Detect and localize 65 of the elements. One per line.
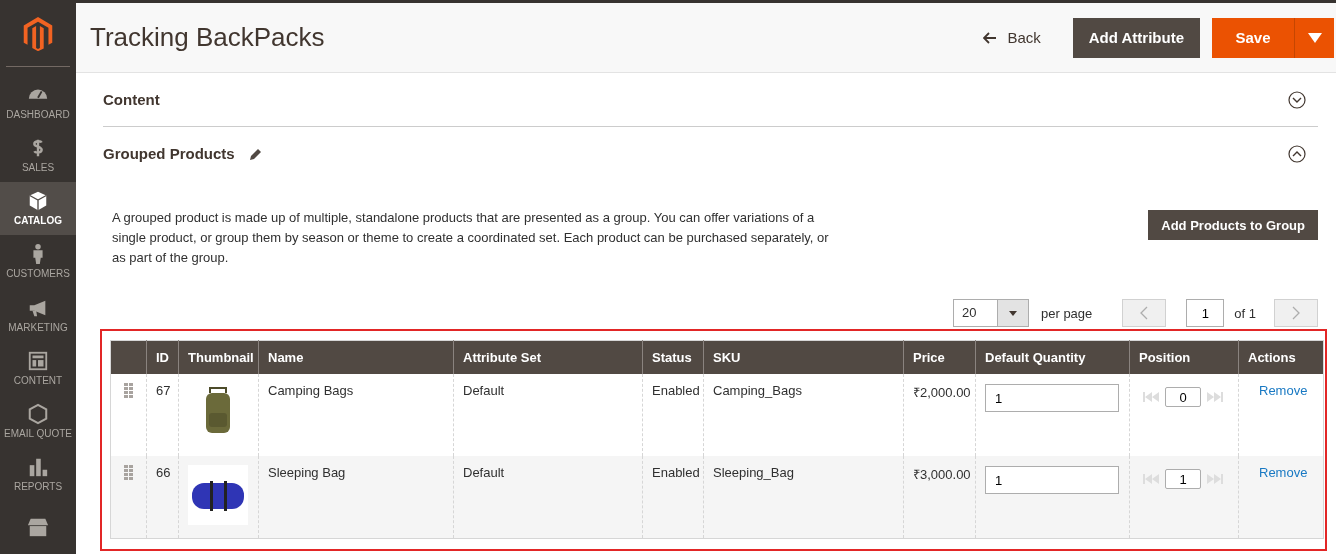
- previous-page-button[interactable]: [1122, 299, 1167, 327]
- move-last-icon[interactable]: [1207, 474, 1223, 484]
- page-count: of 1: [1234, 305, 1256, 321]
- position-field[interactable]: 0: [1165, 387, 1201, 407]
- table-cell: Sleeping Bag: [258, 456, 454, 538]
- sidebar-item[interactable]: CUSTOMERS: [0, 234, 76, 288]
- sidebar-item[interactable]: CATALOG: [0, 181, 76, 235]
- drag-handle-icon[interactable]: [124, 383, 134, 400]
- caret-icon: [1009, 310, 1017, 316]
- section-header[interactable]: Content: [103, 73, 1318, 127]
- chevron-right-icon: [1292, 306, 1300, 320]
- sidebar-item[interactable]: DASHBOARD: [0, 75, 76, 129]
- table-cell: ₹3,000.00: [903, 456, 976, 538]
- quantity-field[interactable]: 1: [985, 466, 1119, 494]
- column-header: Thumbnail: [178, 340, 259, 374]
- save-options-button[interactable]: [1294, 17, 1334, 58]
- table-cell: Enabled: [642, 456, 704, 538]
- sidebar-item[interactable]: MARKETING: [0, 288, 76, 342]
- move-first-icon[interactable]: [1143, 392, 1159, 402]
- reports-icon: [27, 456, 49, 479]
- catalog-icon: [27, 190, 49, 213]
- sidebar-item[interactable]: CONTENT: [0, 341, 76, 395]
- section-header[interactable]: Grouped Products: [103, 127, 1318, 180]
- sidebar-item[interactable]: SALES: [0, 128, 76, 182]
- page-field[interactable]: 1: [1186, 299, 1225, 327]
- column-header: ID: [146, 340, 179, 374]
- column-header: Actions: [1238, 340, 1324, 374]
- sleeping-bag-drawing: [188, 465, 248, 525]
- move-last-icon[interactable]: [1207, 392, 1223, 402]
- content-icon: [27, 349, 49, 372]
- column-header: Default Quantity: [975, 340, 1130, 374]
- column-header: Status: [642, 340, 704, 374]
- back-button[interactable]: Back: [977, 28, 1047, 47]
- column-header: Price: [903, 340, 976, 374]
- add-products-button[interactable]: Add Products to Group: [1148, 210, 1318, 240]
- back-arrow-icon: [983, 31, 998, 44]
- position-field[interactable]: 1: [1165, 469, 1201, 489]
- next-page-button[interactable]: [1274, 299, 1318, 327]
- drag-handle-icon[interactable]: [124, 465, 134, 482]
- page-title: Tracking BackPacks: [90, 22, 326, 53]
- expand-icon[interactable]: [1288, 90, 1306, 109]
- caret-icon: [1307, 32, 1322, 43]
- collapse-icon[interactable]: [1288, 144, 1306, 163]
- remove-link[interactable]: Remove: [1259, 383, 1308, 398]
- chevron-left-icon: [1140, 306, 1149, 320]
- remove-link[interactable]: Remove: [1259, 465, 1308, 480]
- column-header: Name: [258, 340, 454, 374]
- table-cell: 66: [146, 456, 179, 538]
- column-header: Position: [1129, 340, 1239, 374]
- sidebar-item[interactable]: REPORTS: [0, 447, 76, 501]
- sidebar-item[interactable]: EMAIL QUOTE: [0, 394, 76, 448]
- stores-icon: [27, 516, 49, 539]
- per-page-label: per page: [1041, 305, 1093, 321]
- column-header: Attribute Set: [453, 340, 643, 374]
- table-cell: Sleeping_Bag: [703, 456, 904, 538]
- save-button[interactable]: Save: [1212, 17, 1294, 58]
- move-first-icon[interactable]: [1143, 474, 1159, 484]
- quantity-field[interactable]: 1: [985, 384, 1119, 412]
- per-page-select[interactable]: 20: [953, 299, 1029, 327]
- column-header: SKU: [703, 340, 904, 374]
- pencil-icon[interactable]: [248, 146, 263, 161]
- table-cell: Default: [453, 456, 643, 538]
- add-attribute-button[interactable]: Add Attribute: [1072, 17, 1200, 58]
- logo-icon[interactable]: [23, 17, 53, 52]
- description-text: A grouped product is made up of multiple, standalone products that are presented as a group. You can offer variations of a single product, or group them by season or theme to create a coordinated set. Each product can be purchased separately, or as part of the group.: [112, 209, 830, 267]
